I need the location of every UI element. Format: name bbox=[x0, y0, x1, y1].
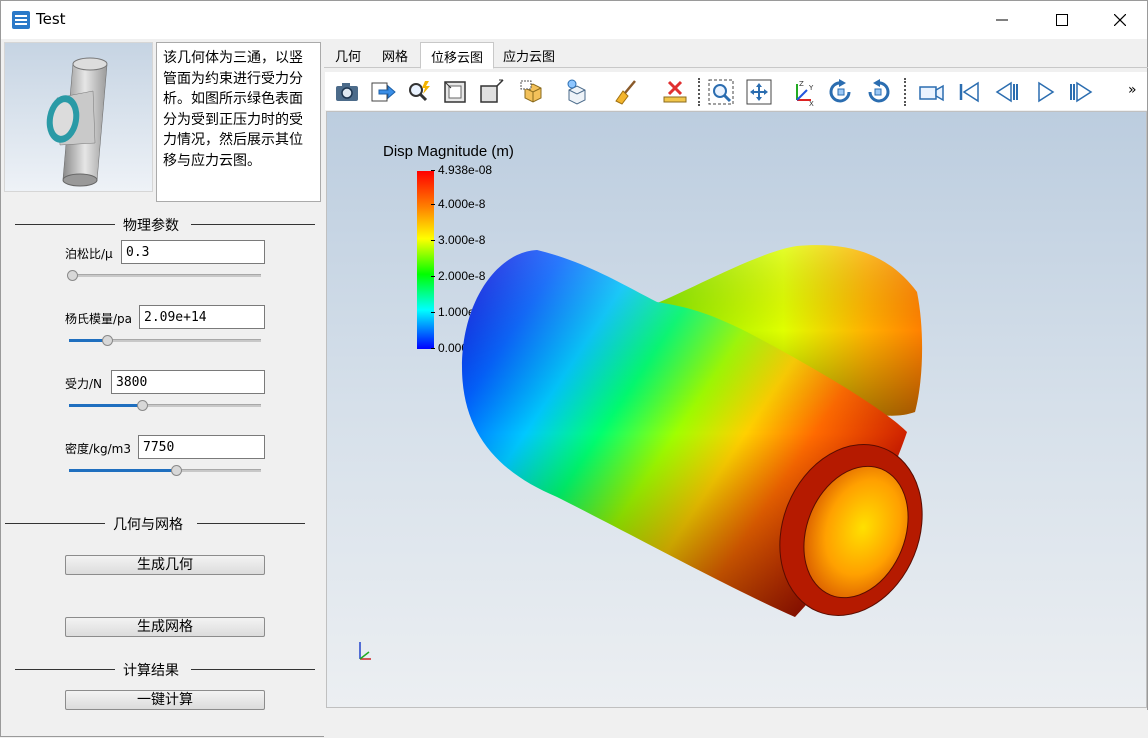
render-viewport[interactable]: Disp Magnitude (m) 4.938e-08 4.000e-8 3.… bbox=[326, 111, 1147, 708]
youngs-modulus-slider[interactable] bbox=[69, 334, 261, 348]
tab-displacement[interactable]: 位移云图 bbox=[420, 42, 495, 69]
density-label: 密度/kg/m3 bbox=[65, 442, 131, 456]
geometry-mesh-section-title: 几何与网格 bbox=[113, 514, 183, 534]
minimize-icon bbox=[996, 19, 1008, 21]
force-input[interactable] bbox=[111, 370, 265, 394]
pan-icon[interactable] bbox=[743, 76, 775, 108]
status-bar bbox=[324, 710, 1148, 738]
zoom-region-icon[interactable] bbox=[705, 76, 737, 108]
toolbar: ZY X » bbox=[325, 72, 1147, 110]
geometry-thumbnail bbox=[4, 42, 153, 192]
divider bbox=[191, 669, 315, 670]
results-section-title: 计算结果 bbox=[123, 660, 179, 680]
next-frame-icon[interactable] bbox=[1065, 76, 1097, 108]
force-slider[interactable] bbox=[69, 399, 261, 413]
clear-icon[interactable] bbox=[611, 76, 643, 108]
physics-section-title: 物理参数 bbox=[123, 215, 179, 235]
slider-handle[interactable] bbox=[67, 270, 78, 281]
svg-text:Z: Z bbox=[799, 80, 804, 88]
poisson-label: 泊松比/μ bbox=[65, 247, 113, 261]
density-input[interactable] bbox=[138, 435, 265, 459]
prev-frame-icon[interactable] bbox=[991, 76, 1023, 108]
delete-icon[interactable] bbox=[659, 76, 691, 108]
slider-handle[interactable] bbox=[102, 335, 113, 346]
slider-fill bbox=[69, 404, 142, 407]
toolbar-separator bbox=[698, 78, 700, 106]
camera-icon[interactable] bbox=[331, 76, 363, 108]
zoom-pick-icon[interactable] bbox=[403, 76, 435, 108]
divider bbox=[5, 523, 105, 524]
divider bbox=[191, 224, 315, 225]
poisson-slider[interactable] bbox=[67, 269, 261, 283]
description-text: 该几何体为三通，以竖管面为约束进行受力分析。如图所示绿色表面分为受到正压力时的受… bbox=[156, 42, 321, 202]
tab-bar: 几何 网格 位移云图 应力云图 bbox=[324, 39, 1148, 69]
compute-button[interactable]: 一键计算 bbox=[65, 690, 265, 710]
force-label: 受力/N bbox=[65, 377, 103, 391]
tee-pipe-model bbox=[462, 245, 923, 617]
slider-fill bbox=[69, 469, 176, 472]
physics-section-header: 物理参数 bbox=[1, 214, 323, 235]
surface-display-icon[interactable] bbox=[517, 76, 549, 108]
close-button[interactable] bbox=[1091, 1, 1148, 39]
rotate-cw-icon[interactable] bbox=[825, 76, 857, 108]
svg-text:Y: Y bbox=[808, 84, 814, 92]
divider bbox=[15, 669, 115, 670]
wireframe-display-icon[interactable] bbox=[561, 76, 593, 108]
toolbar-overflow-button[interactable]: » bbox=[1128, 82, 1137, 98]
first-frame-icon[interactable] bbox=[953, 76, 985, 108]
divider bbox=[15, 224, 115, 225]
youngs-modulus-label: 杨氏模量/pa bbox=[65, 312, 133, 326]
rotate-ccw-icon[interactable] bbox=[862, 76, 894, 108]
slider-track bbox=[69, 274, 261, 277]
video-icon[interactable] bbox=[915, 76, 947, 108]
slider-handle[interactable] bbox=[137, 400, 148, 411]
minimize-button[interactable] bbox=[973, 1, 1031, 39]
generate-mesh-button[interactable]: 生成网格 bbox=[65, 617, 265, 637]
title-bar: Test bbox=[1, 1, 1147, 39]
slider-handle[interactable] bbox=[171, 465, 182, 476]
right-panel: 几何 网格 位移云图 应力云图 Z Y X » Disp Magnitude (… bbox=[324, 39, 1148, 738]
divider bbox=[197, 523, 305, 524]
axes-icon[interactable]: ZY X bbox=[787, 76, 819, 108]
geometry-mesh-section-header: 几何与网格 bbox=[1, 513, 323, 534]
tab-mesh[interactable]: 网格 bbox=[372, 44, 418, 68]
poisson-input[interactable] bbox=[121, 240, 265, 264]
maximize-button[interactable] bbox=[1033, 1, 1091, 39]
density-slider[interactable] bbox=[69, 464, 261, 478]
window-title: Test bbox=[36, 10, 66, 28]
toolbar-separator bbox=[904, 78, 906, 106]
tab-stress[interactable]: 应力云图 bbox=[493, 44, 565, 68]
generate-geometry-button[interactable]: 生成几何 bbox=[65, 555, 265, 575]
fit-view-icon[interactable] bbox=[439, 76, 471, 108]
export-icon[interactable] bbox=[367, 76, 399, 108]
results-section-header: 计算结果 bbox=[1, 659, 323, 680]
play-icon[interactable] bbox=[1029, 76, 1061, 108]
app-window: Test 该几何体为三通，以竖管面为约束进行受力分析。如图所示绿色表面分为受到正… bbox=[0, 0, 1148, 738]
svg-text:X: X bbox=[809, 100, 814, 106]
close-icon bbox=[1114, 14, 1126, 26]
box-view-icon[interactable] bbox=[475, 76, 507, 108]
orientation-axes-icon bbox=[359, 642, 371, 660]
app-icon bbox=[11, 10, 31, 30]
tab-geometry[interactable]: 几何 bbox=[325, 44, 371, 68]
left-panel: 该几何体为三通，以竖管面为约束进行受力分析。如图所示绿色表面分为受到正压力时的受… bbox=[1, 39, 323, 738]
maximize-icon bbox=[1056, 14, 1068, 26]
youngs-modulus-input[interactable] bbox=[139, 305, 265, 329]
